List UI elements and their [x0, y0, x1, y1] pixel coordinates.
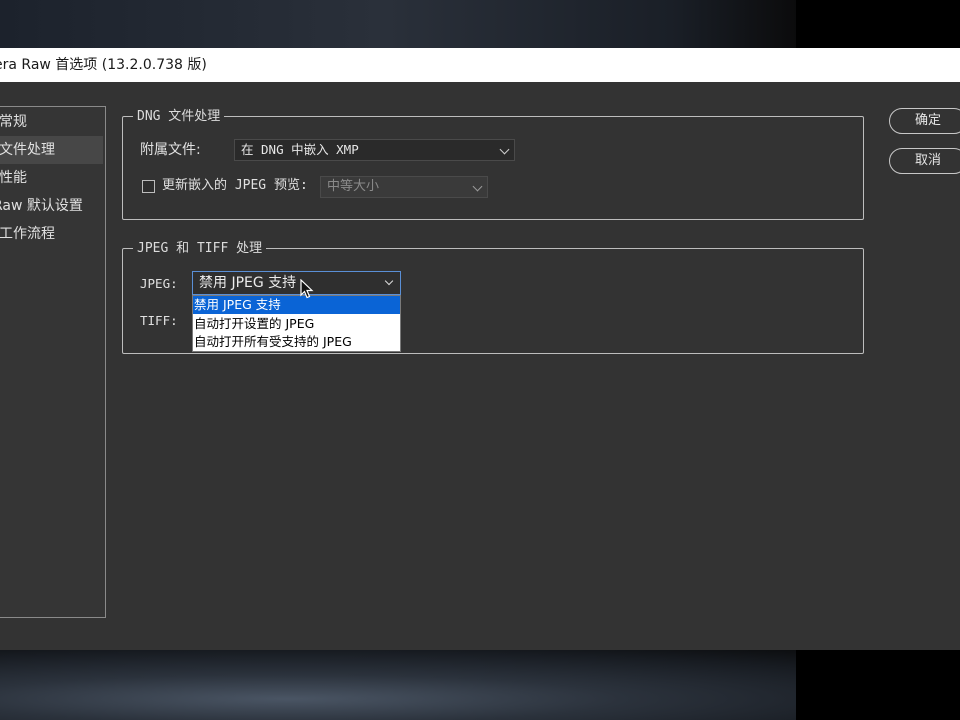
window-titlebar: era Raw 首选项 (13.2.0.738 版)	[0, 48, 960, 82]
sidebar-item-general[interactable]: 常规	[0, 108, 103, 136]
option-label: 自动打开设置的 JPEG	[194, 316, 315, 331]
jpeg-label: JPEG:	[140, 276, 178, 291]
preview-size-value: 中等大小	[327, 179, 380, 194]
sidebar-item-label: 工作流程	[0, 226, 55, 242]
sidecar-select-value: 在 DNG 中嵌入 XMP	[241, 142, 359, 157]
desktop-background-corner	[796, 650, 960, 720]
preferences-dialog: 常规 文件处理 性能 Raw 默认设置 工作流程 DNG 文件处理 附属文件: …	[0, 82, 960, 650]
sidecar-label: 附属文件:	[140, 142, 201, 158]
window-title: era Raw 首选项 (13.2.0.738 版)	[0, 57, 207, 73]
dng-group: DNG 文件处理	[122, 108, 864, 220]
jpeg-select[interactable]: 禁用 JPEG 支持	[192, 271, 401, 295]
cancel-button[interactable]: 取消	[889, 148, 960, 174]
option-label: 禁用 JPEG 支持	[194, 297, 281, 312]
sidebar-item-label: 常规	[0, 114, 27, 130]
jpeg-dropdown-list: 禁用 JPEG 支持 自动打开设置的 JPEG 自动打开所有受支持的 JPEG	[192, 295, 401, 352]
sidecar-select[interactable]: 在 DNG 中嵌入 XMP	[234, 139, 515, 161]
preview-size-select: 中等大小	[320, 176, 488, 198]
sidebar-item-label: Raw 默认设置	[0, 198, 83, 214]
jpeg-option-disable[interactable]: 禁用 JPEG 支持	[193, 296, 400, 314]
arrow-cursor-icon	[300, 279, 314, 299]
sidebar-item-workflow[interactable]: 工作流程	[0, 220, 103, 248]
sidebar-item-performance[interactable]: 性能	[0, 164, 103, 192]
jpeg-option-auto-open-all[interactable]: 自动打开所有受支持的 JPEG	[193, 333, 400, 351]
desktop-background-right	[796, 0, 960, 48]
chevron-down-icon	[472, 181, 483, 192]
dng-group-legend: DNG 文件处理	[133, 108, 225, 126]
sidebar-item-file-handling[interactable]: 文件处理	[0, 136, 103, 164]
ok-button[interactable]: 确定	[889, 108, 960, 134]
option-label: 自动打开所有受支持的 JPEG	[194, 334, 352, 349]
jpeg-option-auto-open-settings[interactable]: 自动打开设置的 JPEG	[193, 315, 400, 333]
sidebar-item-label: 性能	[0, 170, 27, 186]
jpeg-tiff-group-legend: JPEG 和 TIFF 处理	[133, 240, 267, 258]
chevron-down-icon	[384, 276, 394, 286]
sidebar: 常规 文件处理 性能 Raw 默认设置 工作流程	[0, 106, 106, 618]
update-preview-label: 更新嵌入的 JPEG 预览:	[162, 178, 308, 193]
tiff-label: TIFF:	[140, 313, 178, 328]
sidebar-item-raw-defaults[interactable]: Raw 默认设置	[0, 192, 103, 220]
sidebar-item-label: 文件处理	[0, 142, 55, 158]
jpeg-select-value: 禁用 JPEG 支持	[199, 275, 297, 291]
chevron-down-icon	[499, 144, 510, 155]
update-preview-checkbox[interactable]	[142, 180, 155, 193]
